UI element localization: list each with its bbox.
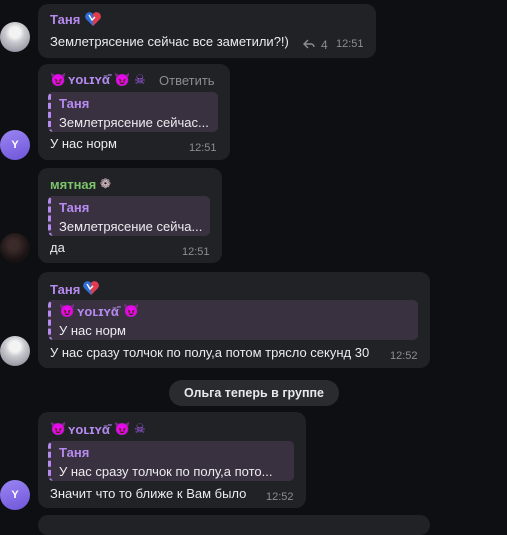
- avatar[interactable]: Y: [0, 480, 30, 510]
- reply-quote[interactable]: Таня Землетрясение сейча...: [48, 196, 210, 236]
- author-name[interactable]: мятная: [50, 177, 96, 192]
- quote-text: У нас норм: [59, 323, 126, 338]
- service-message: Ольга теперь в группе: [169, 380, 339, 406]
- quote-author: Таня: [59, 200, 90, 215]
- author-name[interactable]: Таня: [50, 282, 80, 297]
- message-text: Землетрясение сейчас все заметили?!): [50, 34, 289, 49]
- message-time: 12:51: [189, 142, 217, 154]
- message-bubble[interactable]: мятная ❁ Таня Землетрясение сейча... да …: [38, 168, 222, 263]
- avatar[interactable]: [0, 336, 30, 366]
- replies-icon[interactable]: [302, 37, 316, 51]
- avatar[interactable]: [0, 22, 30, 52]
- sheep-emoji-icon: ❁: [100, 176, 111, 191]
- heart-emoji-icon: [85, 12, 101, 26]
- avatar[interactable]: Y: [0, 130, 30, 160]
- devil-emoji-icon: 😈: [50, 421, 67, 436]
- devil-emoji-icon: 😈: [114, 421, 131, 436]
- avatar[interactable]: [0, 233, 30, 263]
- quote-text: Землетрясение сейча...: [59, 219, 203, 234]
- quote-author: Таня: [59, 96, 90, 111]
- reply-button[interactable]: Ответить: [159, 73, 215, 88]
- avatar-letter: Y: [11, 489, 19, 501]
- message-time: 12:51: [182, 246, 210, 258]
- devil-emoji-icon: 😈: [59, 303, 76, 318]
- reply-count[interactable]: 4: [321, 38, 328, 52]
- message-bubble[interactable]: Таня 😈 ʏᴏʟɪʏᾱ̄ 😈 У нас норм У нас сразу …: [38, 272, 430, 368]
- author-name[interactable]: ʏᴏʟɪʏᾱ̄: [68, 422, 110, 437]
- quote-text: У нас сразу толчок по полу,а пото...: [59, 464, 273, 479]
- message-text: да: [50, 240, 65, 255]
- author-name[interactable]: ʏᴏʟɪʏᾱ̄: [68, 72, 110, 87]
- quote-author: ʏᴏʟɪʏᾱ̄: [77, 304, 119, 319]
- reply-quote[interactable]: Таня Землетрясение сейчас...: [48, 92, 218, 132]
- message-text: У нас норм: [50, 136, 117, 151]
- reply-quote[interactable]: Таня У нас сразу толчок по полу,а пото..…: [48, 441, 294, 481]
- devil-emoji-icon: 😈: [123, 303, 140, 318]
- message-time: 12:51: [336, 38, 364, 50]
- message-time: 12:52: [266, 491, 294, 503]
- message-bubble[interactable]: 😈 ʏᴏʟɪʏᾱ̄ 😈 ☠ Ответить Таня Землетрясени…: [38, 64, 230, 160]
- message-bubble[interactable]: Таня Землетрясение сейчас все заметили?!…: [38, 4, 376, 58]
- avatar-letter: Y: [11, 139, 19, 151]
- message-time: 12:52: [390, 350, 418, 362]
- message-text: У нас сразу толчок по полу,а потом трясл…: [50, 345, 370, 360]
- devil-emoji-icon: 😈: [50, 72, 67, 87]
- message-text: Значит что то ближе к Вам было: [50, 486, 247, 501]
- sticker-emoji-icon: ☠: [134, 421, 146, 436]
- quote-text: Землетрясение сейчас...: [59, 115, 209, 130]
- author-name[interactable]: Таня: [50, 12, 80, 27]
- heart-emoji-icon: [83, 281, 99, 295]
- message-bubble[interactable]: 😈 ʏᴏʟɪʏᾱ̄ 😈 ☠ Таня У нас сразу толчок по…: [38, 412, 306, 508]
- sticker-emoji-icon: ☠: [134, 72, 146, 87]
- reply-quote[interactable]: 😈 ʏᴏʟɪʏᾱ̄ 😈 У нас норм: [48, 300, 418, 340]
- message-bubble-partial[interactable]: [38, 515, 430, 535]
- quote-author: Таня: [59, 445, 90, 460]
- devil-emoji-icon: 😈: [114, 72, 131, 87]
